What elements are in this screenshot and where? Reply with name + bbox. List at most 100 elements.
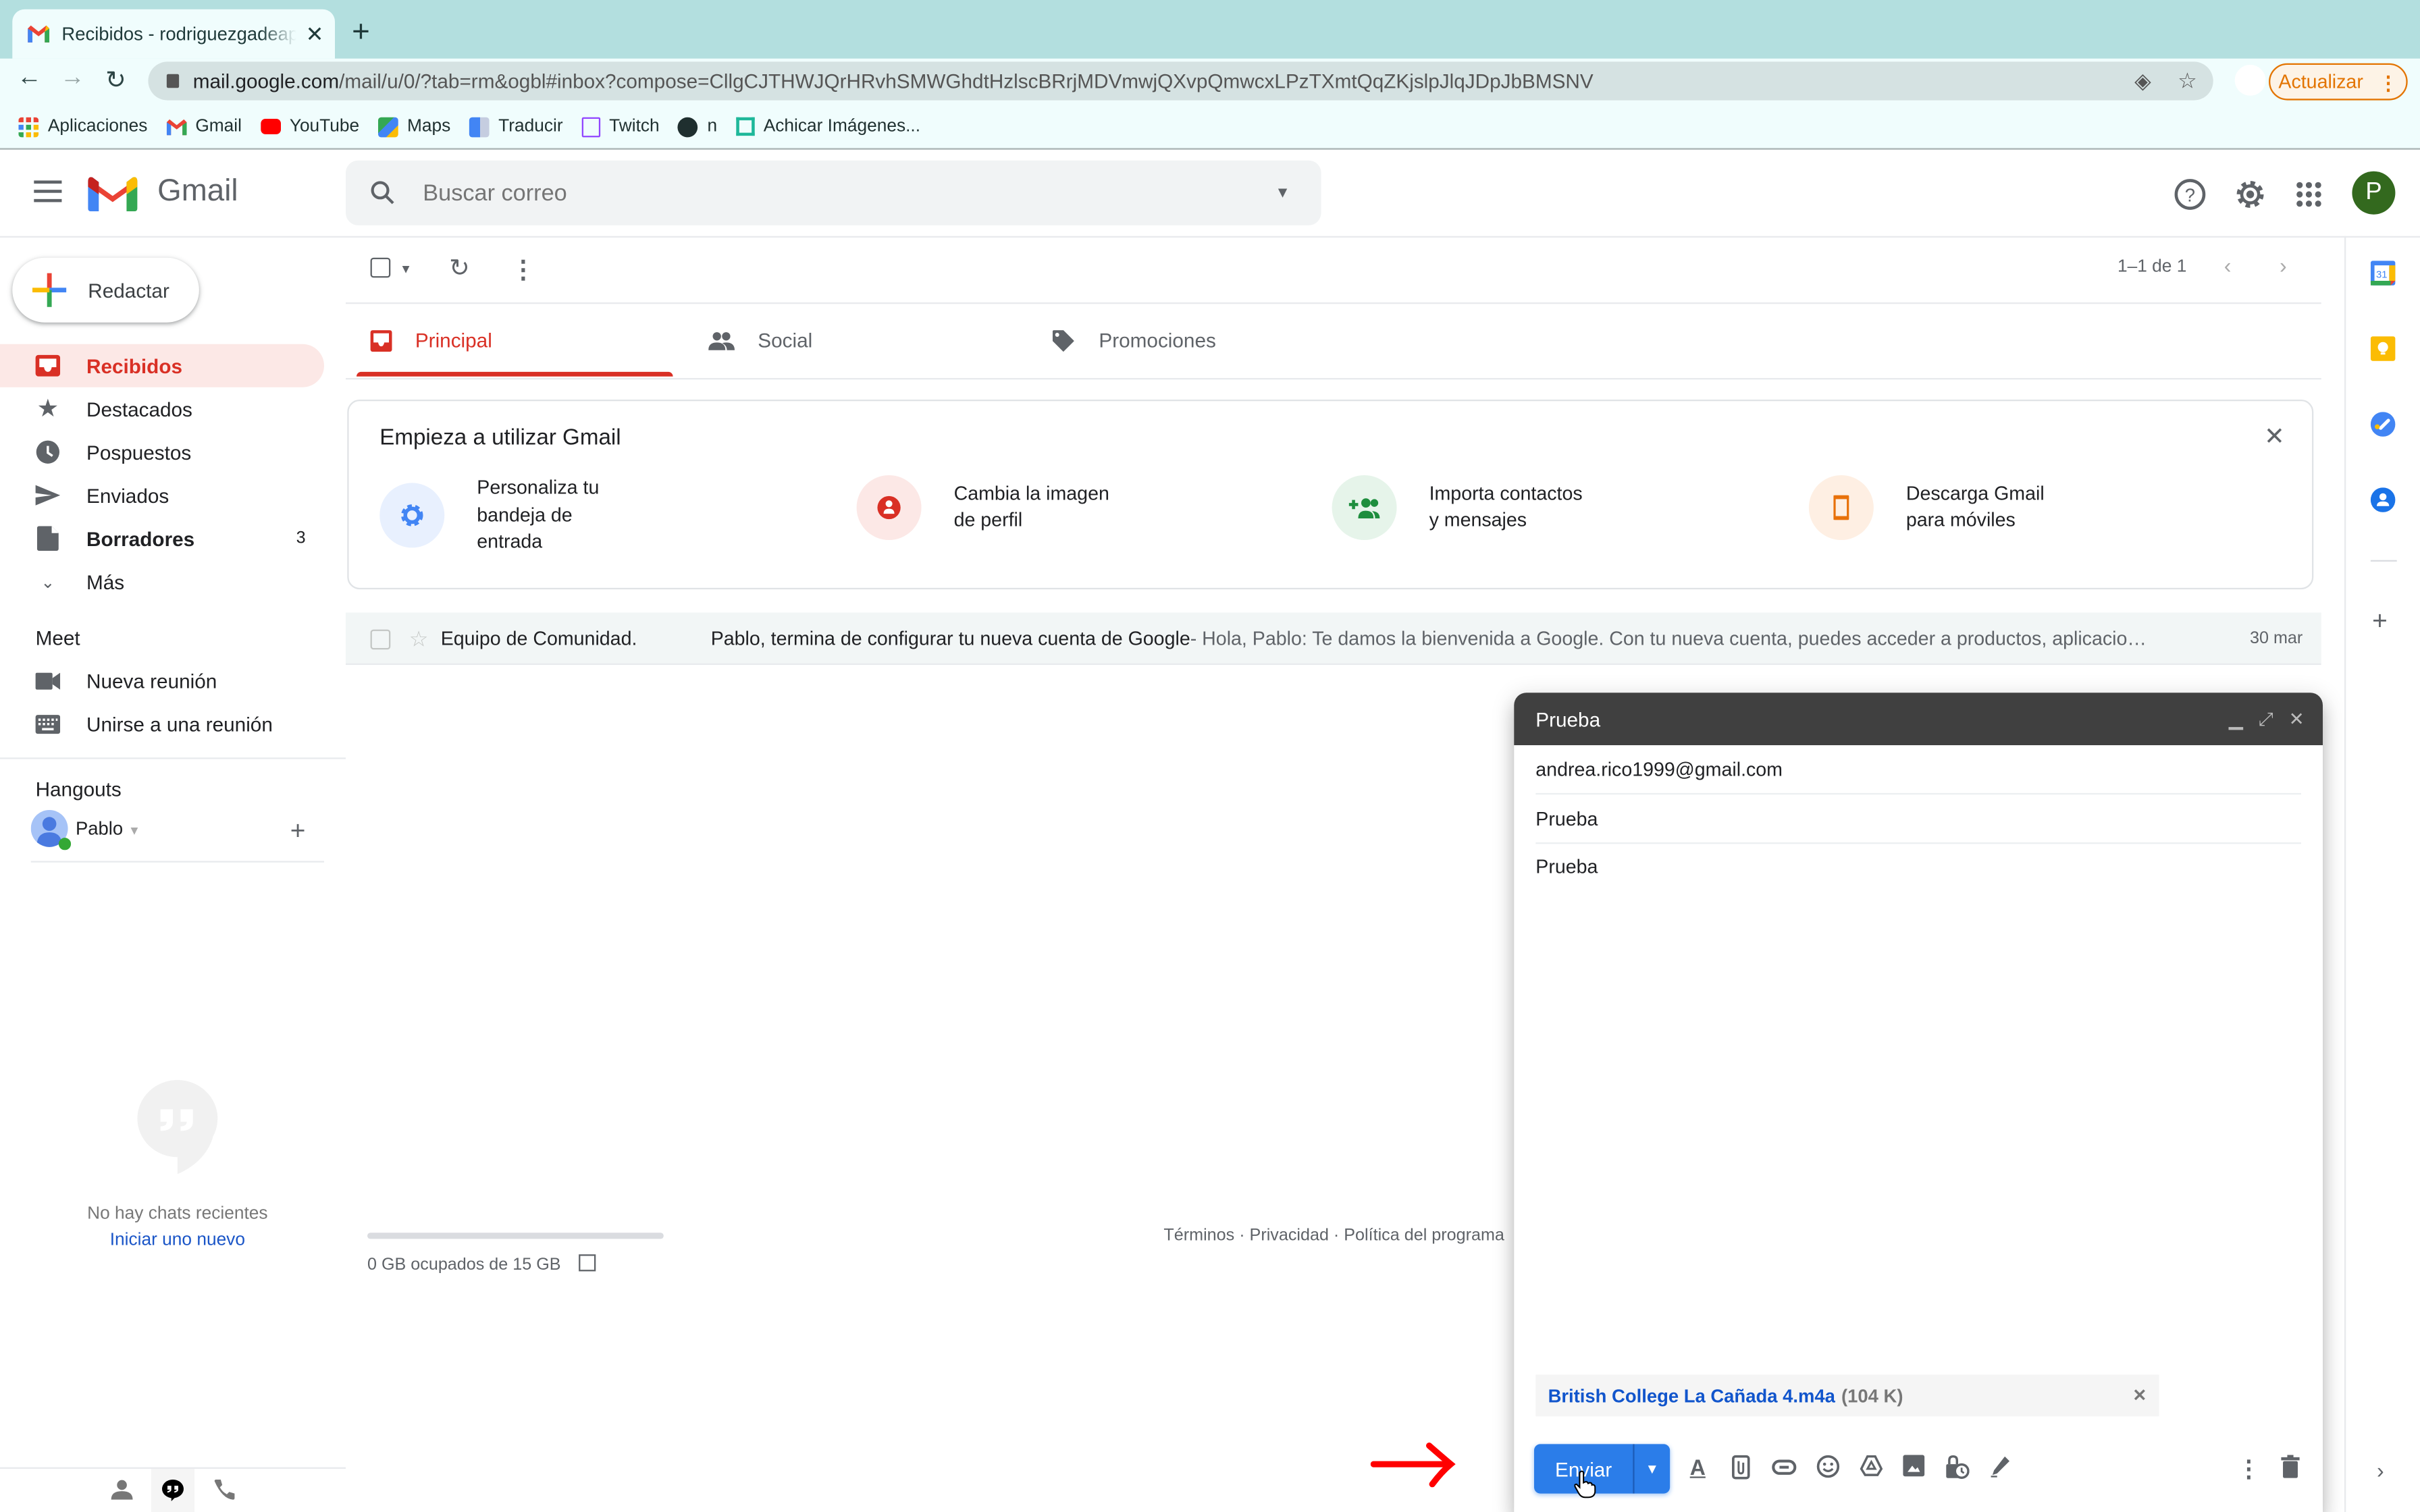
hangouts-user-avatar[interactable] — [30, 809, 72, 850]
sidebar-item-recibidos[interactable]: Recibidos — [0, 344, 324, 387]
contacts-person-icon[interactable] — [111, 1480, 133, 1505]
chat-tab-button[interactable] — [151, 1468, 194, 1512]
extension-eye-icon[interactable]: ◈ — [2134, 68, 2151, 94]
google-drive-icon[interactable] — [1857, 1455, 1885, 1482]
close-card-icon[interactable]: ✕ — [2264, 421, 2285, 452]
back-arrow-icon[interactable]: ← — [14, 65, 45, 92]
keep-icon[interactable] — [2370, 336, 2396, 361]
email-star-icon[interactable]: ☆ — [409, 626, 429, 652]
subject-field[interactable]: Prueba — [1535, 794, 2301, 844]
more-options-icon[interactable]: ⋮ — [511, 254, 536, 286]
tasks-icon[interactable] — [2370, 412, 2396, 437]
search-input[interactable] — [419, 178, 1229, 208]
close-compose-icon[interactable]: ✕ — [2289, 707, 2305, 730]
clock-icon — [36, 439, 61, 464]
card-item-personalize[interactable]: Personaliza tu bandeja de entrada — [379, 475, 599, 556]
formatting-options-icon[interactable]: A — [1684, 1455, 1712, 1482]
attachment-name[interactable]: British College La Cañada 4.m4a — [1548, 1384, 1835, 1406]
sidebar-divider — [0, 757, 346, 759]
get-addons-plus-icon[interactable]: + — [2372, 606, 2388, 637]
signature-pen-icon[interactable] — [1987, 1455, 2014, 1482]
google-apps-icon[interactable] — [2292, 178, 2325, 211]
account-avatar[interactable]: P — [2352, 171, 2396, 215]
attach-file-icon[interactable] — [1727, 1455, 1755, 1482]
insert-photo-icon[interactable] — [1900, 1455, 1928, 1482]
close-tab-icon[interactable]: ✕ — [306, 21, 324, 47]
browser-tab[interactable]: Recibidos - rodriguezgadeapab ✕ — [12, 9, 335, 59]
search-options-caret-icon[interactable]: ▼ — [1275, 184, 1290, 201]
main-menu-icon[interactable] — [34, 180, 62, 202]
card-item-profile-picture[interactable]: Cambia la imagen de perfil — [856, 475, 1109, 540]
tab-promociones[interactable]: Promociones — [1052, 304, 1216, 376]
remove-attachment-icon[interactable]: ✕ — [2132, 1386, 2147, 1405]
settings-gear-icon[interactable] — [2233, 178, 2267, 211]
to-field[interactable]: andrea.rico1999@gmail.com — [1535, 745, 2301, 795]
more-compose-options-icon[interactable]: ⋮ — [2235, 1455, 2263, 1483]
card-item-download-mobile[interactable]: Descarga Gmail para móviles — [1808, 475, 2045, 540]
search-bar[interactable]: ▼ — [345, 160, 1321, 225]
bookmark-twitch[interactable]: Twitch — [581, 116, 660, 137]
bookmark-achicar[interactable]: Achicar Imágenes... — [735, 117, 920, 136]
footer-links[interactable]: Términos · Privacidad · Política del pro… — [1163, 1226, 1504, 1245]
new-tab-button[interactable]: + — [352, 16, 370, 51]
compress-icon — [735, 117, 754, 136]
compose-header[interactable]: Prueba ▁ ⤢ ✕ — [1514, 693, 2323, 745]
reload-icon[interactable]: ↻ — [101, 65, 132, 96]
sidebar-item-borradores[interactable]: Borradores 3 — [0, 517, 324, 560]
meet-join-meeting[interactable]: Unirse a una reunión — [0, 702, 324, 745]
next-page-icon[interactable]: › — [2280, 253, 2287, 278]
hangouts-user-name[interactable]: Pablo ▼ — [76, 817, 140, 839]
meet-new-meeting[interactable]: Nueva reunión — [0, 659, 324, 702]
attachment-chip[interactable]: British College La Cañada 4.m4a (104 K) … — [1535, 1374, 2159, 1417]
prev-page-icon[interactable]: ‹ — [2224, 253, 2232, 278]
tab-social[interactable]: Social — [708, 304, 812, 376]
minimize-icon[interactable]: ▁ — [2229, 707, 2243, 730]
inbox-tab-icon — [370, 329, 392, 351]
calendar-icon[interactable]: 31 — [2370, 261, 2396, 286]
bookmark-maps[interactable]: Maps — [377, 116, 450, 137]
bookmark-aplicaciones[interactable]: Aplicaciones — [18, 116, 147, 137]
bookmark-traducir[interactable]: Traducir — [469, 116, 563, 137]
address-bar[interactable]: mail.google.com/mail/u/0/?tab=rm&ogbl#in… — [148, 61, 2213, 101]
star-icon: ★ — [36, 396, 59, 423]
compose-button[interactable]: Redactar — [12, 257, 199, 323]
card-item-import-contacts[interactable]: Importa contactos y mensajes — [1332, 475, 1583, 540]
send-options-caret-icon[interactable]: ▼ — [1635, 1461, 1671, 1477]
refresh-icon[interactable]: ↻ — [449, 253, 470, 284]
add-chat-plus-icon[interactable]: + — [290, 816, 306, 847]
forward-arrow-icon[interactable]: → — [57, 65, 88, 92]
sidebar-item-mas[interactable]: ⌄ Más — [0, 560, 324, 603]
bookmark-gmail[interactable]: Gmail — [165, 117, 242, 137]
email-row[interactable]: ☆ Equipo de Comunidad. Pablo, termina de… — [345, 612, 2321, 666]
gmail-favicon-icon — [28, 25, 50, 43]
insert-emoji-icon[interactable] — [1814, 1455, 1841, 1482]
bookmark-youtube[interactable]: YouTube — [260, 117, 359, 136]
open-external-icon[interactable] — [579, 1254, 597, 1272]
bookmark-n[interactable]: n — [678, 116, 717, 137]
confidential-mode-icon[interactable] — [1943, 1455, 1971, 1482]
no-chats-text: No hay chats recientes — [87, 1205, 268, 1224]
start-new-chat-link[interactable]: Iniciar uno nuevo — [0, 1231, 355, 1249]
discard-draft-icon[interactable] — [2276, 1455, 2304, 1482]
fullscreen-icon[interactable]: ⤢ — [2259, 707, 2273, 730]
lock-icon — [166, 74, 180, 88]
contacts-icon[interactable] — [2370, 487, 2396, 512]
update-button[interactable]: Actualizar ⋮ — [2268, 63, 2408, 101]
tab-principal[interactable]: Principal — [370, 304, 492, 376]
browser-profile-avatar[interactable] — [2234, 64, 2266, 96]
email-checkbox[interactable] — [370, 628, 391, 649]
sidebar-item-destacados[interactable]: ★ Destacados — [0, 387, 324, 431]
gmail-logo-icon[interactable] — [88, 174, 138, 212]
show-side-panel-icon[interactable]: › — [2377, 1458, 2384, 1483]
sidebar-item-pospuestos[interactable]: Pospuestos — [0, 431, 324, 474]
compose-window: Prueba ▁ ⤢ ✕ andrea.rico1999@gmail.com P… — [1514, 693, 2323, 1512]
insert-link-icon[interactable] — [1770, 1455, 1798, 1482]
select-all-checkbox[interactable]: ▼ — [370, 257, 412, 283]
search-icon[interactable] — [367, 178, 398, 209]
phone-icon[interactable] — [213, 1478, 236, 1509]
sidebar-item-enviados[interactable]: Enviados — [0, 474, 324, 517]
select-caret-icon[interactable]: ▼ — [400, 263, 412, 277]
message-body[interactable]: Prueba — [1535, 857, 1598, 878]
help-icon[interactable]: ? — [2173, 178, 2207, 211]
bookmark-star-icon[interactable]: ☆ — [2178, 68, 2197, 94]
